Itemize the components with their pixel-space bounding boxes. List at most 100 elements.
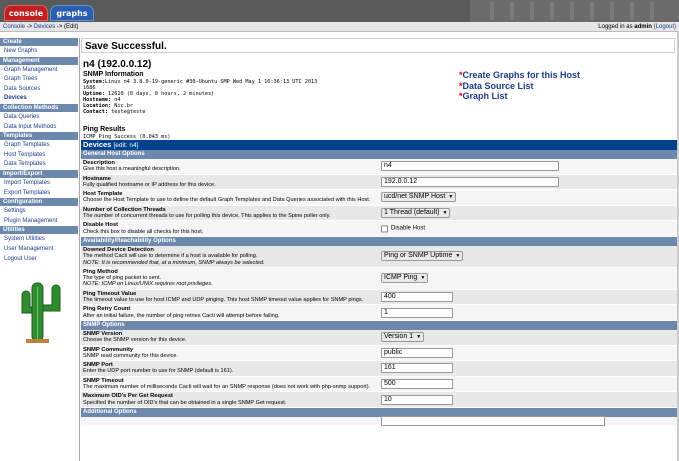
host-action-link[interactable]: Graph List [463,91,508,101]
select-value: Ping or SNMP Uptime [384,252,453,260]
snmp-info-value: Linux n4 3.8.0-19-generic #30-Ubuntu SMP… [104,79,318,85]
sidebar-section-configuration: Configuration [0,198,78,208]
sidebar-menu: Create New Graphs Management Graph Manageme… [0,38,78,461]
checkbox[interactable] [381,225,388,233]
header-stripe [570,2,574,20]
sidebar-section-templates: Templates [0,132,78,142]
breadcrumb-console[interactable]: Console [3,24,25,30]
snmp-info-line: Contact: teste@teste [83,109,317,115]
select-dropdown[interactable]: Ping or SNMP Uptime ▼ [381,251,464,262]
sidebar-item-user-management[interactable]: User Management [0,245,78,255]
tab-graphs[interactable]: graphs [50,5,94,21]
logout-link[interactable]: (Logout) [654,24,676,30]
ping-results-title: Ping Results [83,126,126,133]
select-value: 1 Thread (default) [384,209,440,217]
cactus-logo [21,282,61,343]
text-input[interactable] [381,415,605,426]
host-action-link[interactable]: Create Graphs for this Host [463,70,581,80]
sidebar-item-new-graphs[interactable]: New Graphs [0,47,78,57]
form-row-label: Disable Host Check this box to disable al… [81,221,379,236]
host-action-item: *Data Source List [459,81,580,92]
sidebar-item-data-queries[interactable]: Data Queries [0,113,78,123]
form-row-control: n4 [381,161,559,172]
sidebar-item-data-input-methods[interactable]: Data Input Methods [0,123,78,133]
select-dropdown[interactable]: 1 Thread (default) ▼ [381,208,451,219]
header-stripe [610,2,614,20]
snmp-info-key: Uptime: [83,91,105,98]
save-message: Save Successful. [81,38,675,53]
sidebar-item-settings[interactable]: Settings [0,207,78,217]
form-row: Description Give this host a meaningful d… [81,159,677,175]
sidebar-item-graph-templates[interactable]: Graph Templates [0,141,78,151]
form-row-control: 1 [381,307,453,318]
snmp-info-line: System:Linux n4 3.8.0-19-generic #30-Ubu… [83,79,317,85]
header-stripe [650,2,654,20]
form-row-control: Disable Host [381,225,425,233]
chevron-down-icon: ▼ [416,334,422,341]
field-title: Number of Collection Threads [83,206,166,213]
sidebar-item-import-templates[interactable]: Import Templates [0,179,78,189]
field-description: The type of ping packet to sent. [83,275,162,282]
form-row-label: Hostname Fully qualified hostname or IP a… [81,175,379,190]
sidebar-item-export-templates[interactable]: Export Templates [0,189,78,199]
form-row-label: Ping Timeout Value The timeout value to u… [81,290,379,305]
snmp-info-value: 12610 (0 days, 0 hours, 2 minutes) [104,91,215,98]
sidebar-item-plugin-management[interactable]: Plugin Management [0,217,78,227]
field-title: Disable Host [83,222,119,229]
text-input[interactable]: 1 [381,307,453,318]
text-input[interactable]: 10 [381,394,453,405]
text-input[interactable]: 400 [381,292,453,303]
form-row-control: Ping or SNMP Uptime ▼ [381,251,464,262]
header-stripe [530,2,534,20]
form-row-control: 192.0.0.12 [381,176,559,187]
snmp-info-key: System: [83,79,105,85]
text-input[interactable]: 161 [381,363,453,374]
form-section-header: SNMP Options [81,320,677,330]
text-input[interactable]: public [381,347,453,358]
form-row: Disable Host Check this box to disable al… [81,221,677,237]
form-row: SNMP Version Choose the SNMP version for … [81,329,677,346]
form-row-control: 1 Thread (default) ▼ [381,208,451,219]
form-row: Maximum OID's Per Get Request Specified t… [81,392,677,408]
host-action-link[interactable]: Data Source List [463,81,534,91]
tab-console[interactable]: console [4,5,48,21]
text-input[interactable]: 192.0.0.12 [381,176,559,187]
header-stripe [510,2,514,20]
sidebar-item-data-templates[interactable]: Data Templates [0,160,78,170]
sidebar-item-devices[interactable]: Devices [0,94,78,104]
snmp-info-title: SNMP Information [83,71,144,78]
form-row-control: 400 [381,292,453,303]
field-description: The timeout value to use for host ICMP a… [83,297,364,304]
form-row-label: Number of Collection Threads The number o… [81,206,379,221]
field-title: SNMP Version [83,330,123,337]
field-title: Description [83,160,115,166]
form-row-control: 10 [381,394,453,405]
form-row-label: SNMP Timeout The maximum number of millis… [81,377,379,392]
breadcrumb-devices[interactable]: Devices [34,24,55,30]
field-title: SNMP Timeout [83,377,124,384]
form-row: Ping Method The type of ping packet to se… [81,267,677,290]
sidebar-item-host-templates[interactable]: Host Templates [0,151,78,161]
field-description: SNMP read community for this device. [83,352,179,359]
breadcrumb-separator: -> [25,24,34,30]
sidebar-section-utilities: Utilities [0,226,78,236]
select-dropdown[interactable]: ucd/net SNMP Host ▼ [381,192,457,203]
select-dropdown[interactable]: Version 1 ▼ [381,332,425,343]
snmp-info-value: teste@teste [108,109,146,116]
sidebar-item-graph-trees[interactable]: Graph Trees [0,75,78,85]
form-row-label: SNMP Community SNMP read community for th… [81,346,379,361]
sidebar-item-graph-management[interactable]: Graph Management [0,66,78,76]
select-dropdown[interactable]: ICMP Ping ▼ [381,273,429,284]
form-row-control: 161 [381,363,453,374]
sidebar-item-data-sources[interactable]: Data Sources [0,85,78,95]
form-row-control: public [381,347,453,358]
field-description: The number of concurrent threads to use … [83,213,331,220]
sidebar-item-logout-user[interactable]: Logout User [0,255,78,265]
field-title: Maximum OID's Per Get Request [83,393,173,400]
form-row-label: Maximum OID's Per Get Request Specified t… [81,392,379,407]
sidebar-item-system-utilities[interactable]: System Utilities [0,235,78,245]
text-input[interactable]: n4 [381,161,559,172]
chevron-down-icon: ▼ [420,275,426,282]
login-prefix: Logged in as [598,24,635,30]
text-input[interactable]: 500 [381,379,453,390]
